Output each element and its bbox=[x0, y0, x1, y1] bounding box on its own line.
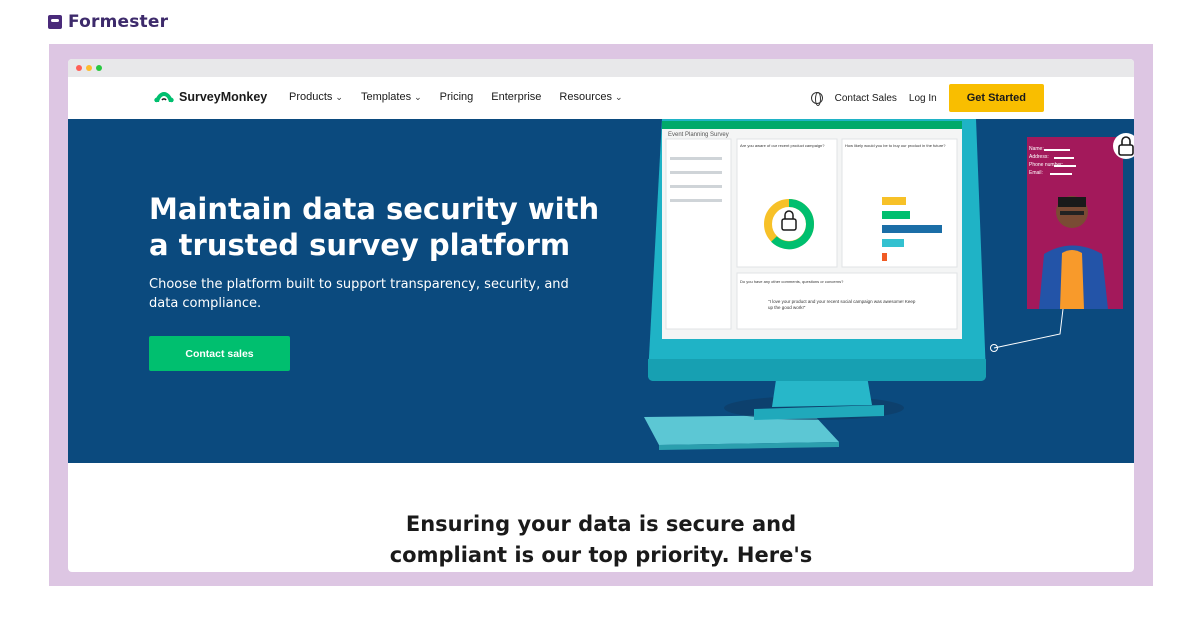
nav-resources[interactable]: Resources ⌄ bbox=[559, 91, 622, 103]
nav-templates[interactable]: Templates ⌄ bbox=[361, 91, 422, 103]
surveymonkey-logo[interactable]: SurveyMonkey bbox=[154, 90, 267, 104]
illustration-question-2: How likely would you be to buy our produ… bbox=[845, 143, 946, 148]
surveymonkey-logo-text: SurveyMonkey bbox=[179, 90, 268, 104]
chevron-down-icon: ⌄ bbox=[615, 91, 623, 102]
surveymonkey-logo-icon bbox=[154, 92, 174, 103]
browser-window: SurveyMonkey Products ⌄ Templates ⌄ Pricin… bbox=[68, 59, 1134, 572]
profile-label-phone: Phone number: bbox=[1029, 162, 1064, 168]
contact-sales-button[interactable]: Contact sales bbox=[149, 336, 290, 371]
minimize-dot-icon[interactable] bbox=[86, 65, 92, 71]
hero-subtitle: Choose the platform built to support tra… bbox=[149, 277, 569, 311]
globe-icon[interactable] bbox=[810, 92, 823, 106]
login-link[interactable]: Log In bbox=[909, 93, 937, 104]
screenshot-frame: SurveyMonkey Products ⌄ Templates ⌄ Pricin… bbox=[49, 44, 1153, 586]
illustration-comment-question: Do you have any other comments, question… bbox=[740, 279, 844, 284]
maximize-dot-icon[interactable] bbox=[96, 65, 102, 71]
illustration-question-1: Are you aware of our recent product camp… bbox=[740, 143, 825, 148]
nav-enterprise-label: Enterprise bbox=[491, 91, 542, 103]
nav-resources-label: Resources bbox=[559, 91, 612, 103]
illustration-window-title: Event Planning Survey bbox=[668, 132, 729, 138]
profile-label-email: Email: bbox=[1029, 170, 1043, 176]
nav-pricing[interactable]: Pricing bbox=[440, 91, 474, 103]
nav-products-label: Products bbox=[289, 91, 333, 103]
section-heading-line-2: compliant is our top priority. Here's bbox=[389, 543, 813, 567]
browser-titlebar bbox=[68, 59, 1134, 77]
monitor-illustration bbox=[644, 119, 1134, 450]
formester-logo-icon bbox=[48, 15, 62, 29]
chevron-down-icon: ⌄ bbox=[335, 91, 343, 102]
contact-sales-link[interactable]: Contact Sales bbox=[835, 93, 897, 104]
nav-products[interactable]: Products ⌄ bbox=[289, 91, 343, 103]
hero-title: Maintain data security with a trusted su… bbox=[149, 192, 600, 262]
profile-label-address: Address: bbox=[1029, 154, 1049, 160]
profile-label-name: Name: bbox=[1029, 146, 1044, 152]
close-dot-icon[interactable] bbox=[76, 65, 82, 71]
header-actions: Contact Sales Log In Get Started bbox=[810, 84, 1044, 112]
nav-enterprise[interactable]: Enterprise bbox=[491, 91, 541, 103]
formester-brand-name: Formester bbox=[68, 12, 169, 32]
site-header: SurveyMonkey Products ⌄ Templates ⌄ Pricin… bbox=[68, 77, 1134, 119]
nav-pricing-label: Pricing bbox=[439, 91, 474, 103]
main-nav: Products ⌄ Templates ⌄ Pricing Enterprise … bbox=[289, 91, 623, 103]
get-started-button[interactable]: Get Started bbox=[948, 84, 1044, 112]
illustration-quote: "I love your product and your recent soc… bbox=[768, 299, 916, 310]
nav-templates-label: Templates bbox=[360, 91, 412, 103]
section-heading: Ensuring your data is secure and complia… bbox=[68, 509, 1134, 571]
section-heading-line-1: Ensuring your data is secure and bbox=[405, 512, 797, 536]
hero-section: Maintain data security with a trusted su… bbox=[68, 119, 1134, 463]
formester-brand: Formester bbox=[48, 12, 168, 32]
chevron-down-icon: ⌄ bbox=[414, 91, 422, 102]
